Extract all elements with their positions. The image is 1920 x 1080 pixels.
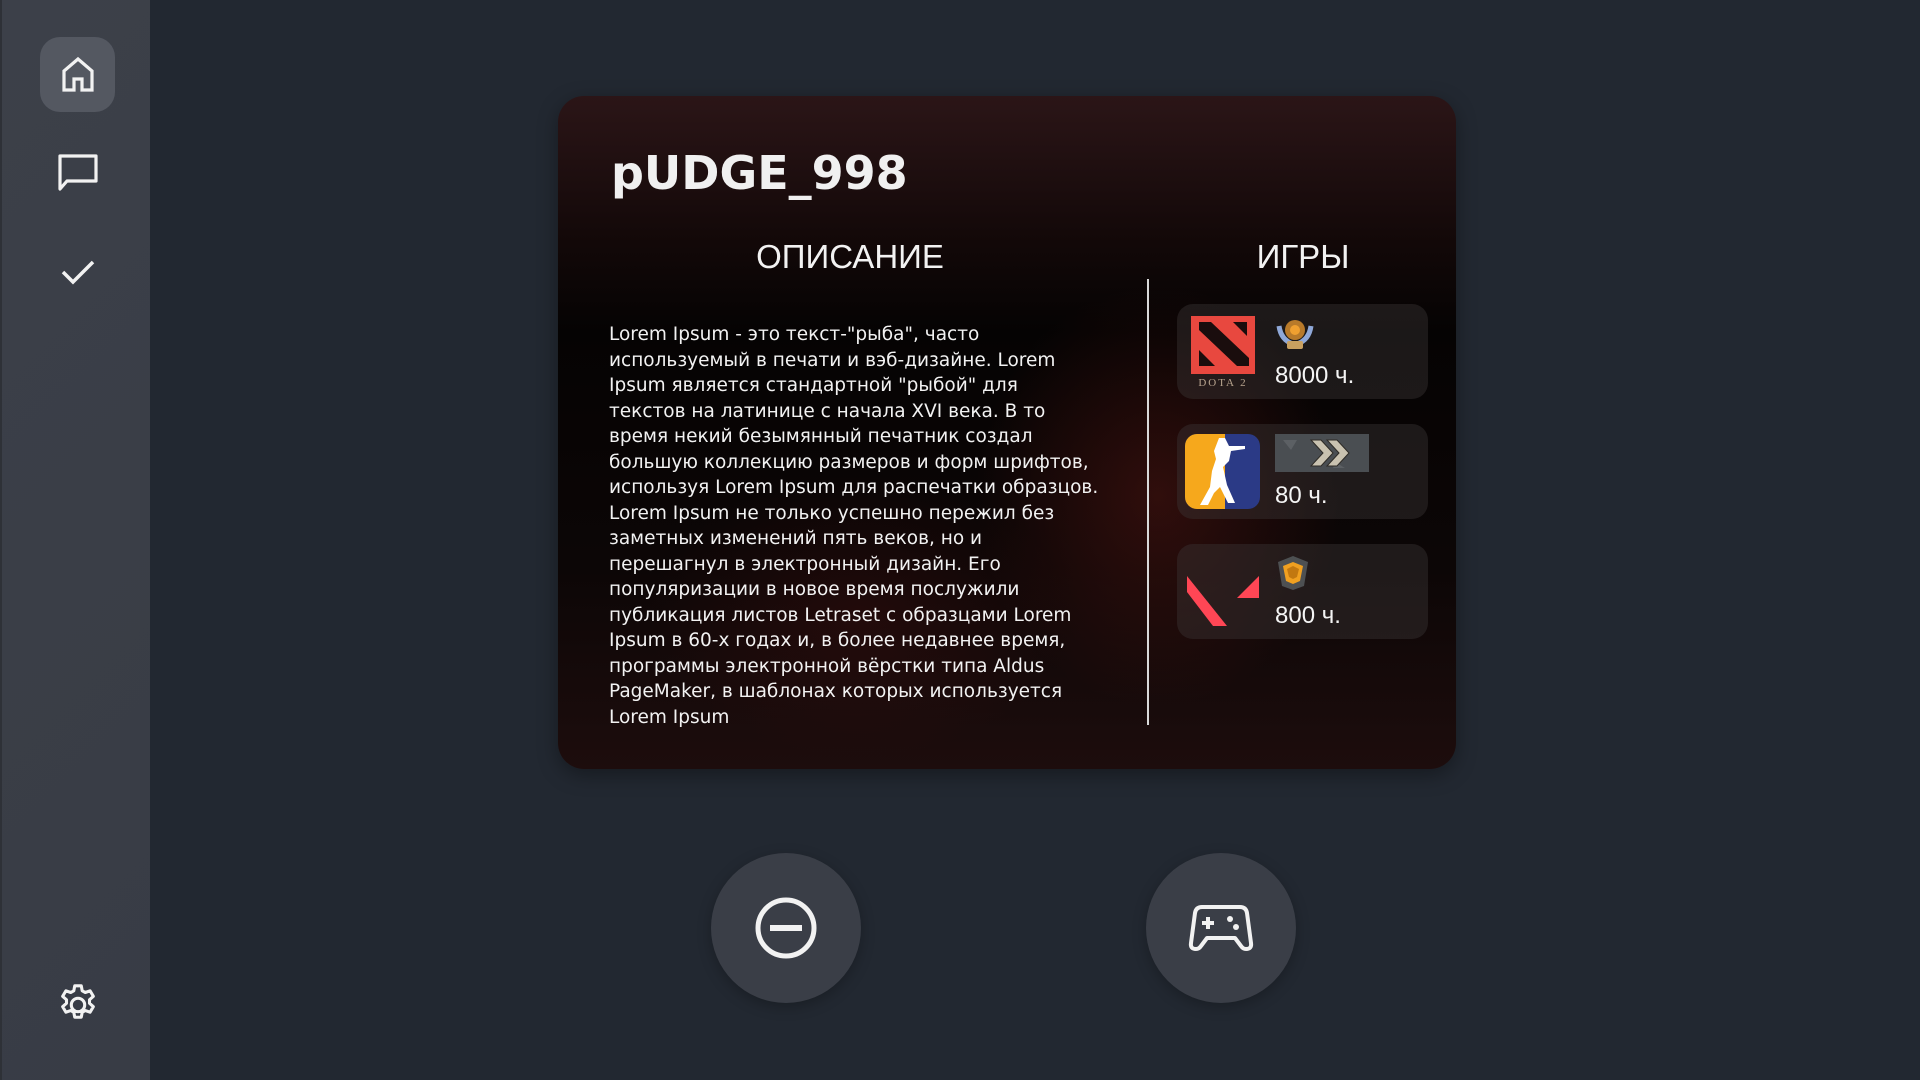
invite-to-game-button[interactable]: [1146, 853, 1296, 1003]
remove-friend-button[interactable]: [711, 853, 861, 1003]
minus-circle-icon: [755, 897, 817, 959]
game-hours: 8000 ч.: [1275, 362, 1355, 389]
counter-strike-logo-icon: [1185, 434, 1260, 509]
game-card-dota2[interactable]: DOTA 2 8000 ч.: [1177, 304, 1428, 399]
description-heading: ОПИСАНИЕ: [756, 238, 944, 275]
sidebar-item-home[interactable]: [40, 37, 115, 112]
valorant-rank-gold-icon: [1278, 556, 1308, 590]
username: pUDGE_998: [611, 146, 908, 200]
game-hours: 80 ч.: [1275, 482, 1328, 509]
sidebar: [0, 0, 150, 1080]
cs-rank-silver-chevron-icon: [1275, 434, 1369, 472]
games-heading: ИГРЫ: [1256, 238, 1350, 275]
valorant-logo-icon: [1187, 576, 1259, 626]
game-hours: 800 ч.: [1275, 602, 1341, 629]
game-card-counter-strike[interactable]: 80 ч.: [1177, 424, 1428, 519]
settings-button[interactable]: [40, 966, 115, 1041]
dota2-logo-icon: DOTA 2: [1191, 316, 1255, 389]
description-text: Lorem Ipsum - это текст-"рыба", часто ис…: [609, 324, 1099, 728]
gear-icon: [60, 983, 95, 1019]
svg-text:DOTA 2: DOTA 2: [1198, 377, 1247, 389]
game-card-valorant[interactable]: 800 ч.: [1177, 544, 1428, 639]
divider: [1147, 279, 1149, 725]
sidebar-item-tasks[interactable]: [40, 234, 115, 309]
check-icon: [61, 260, 94, 284]
sidebar-item-messages[interactable]: [40, 134, 115, 209]
chat-icon: [57, 153, 98, 191]
gamepad-icon: [1188, 905, 1254, 951]
dota-rank-medal-icon: [1276, 320, 1314, 349]
profile-card: pUDGE_998 ОПИСАНИЕ ИГРЫ Lorem Ipsum - эт…: [558, 96, 1456, 769]
home-icon: [61, 56, 94, 92]
